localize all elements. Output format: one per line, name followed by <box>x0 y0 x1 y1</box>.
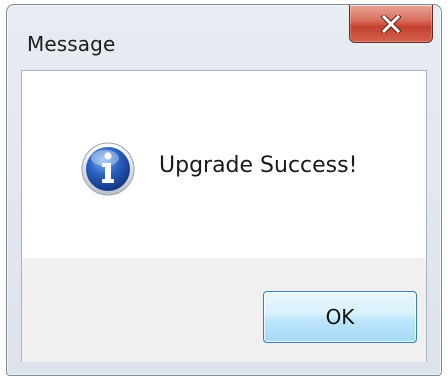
dialog-title: Message <box>27 32 116 56</box>
button-bar: OK <box>22 258 426 362</box>
message-dialog: Message Upgrade Success! OK <box>6 4 442 376</box>
close-button[interactable] <box>349 5 433 43</box>
ok-button[interactable]: OK <box>263 291 417 343</box>
dialog-content: Upgrade Success! OK <box>21 70 427 362</box>
title-bar[interactable]: Message <box>7 5 441 69</box>
info-icon <box>80 141 136 197</box>
close-icon <box>380 14 402 33</box>
message-area: Upgrade Success! <box>22 71 426 258</box>
message-text: Upgrade Success! <box>159 153 358 178</box>
